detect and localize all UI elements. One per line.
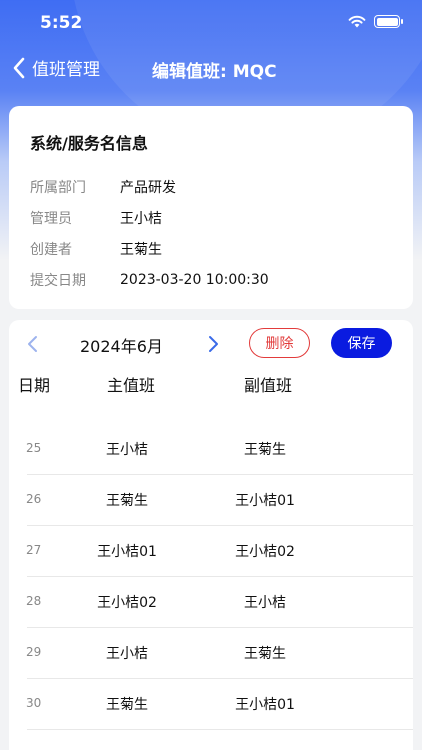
back-label: 值班管理 <box>32 60 100 80</box>
table-row[interactable]: 25 王小桔 王菊生 <box>9 424 413 475</box>
status-time: 5:52 <box>40 13 83 33</box>
column-header-vice: 副值班 <box>244 376 293 395</box>
main-duty-cell[interactable]: 王菊生 <box>72 490 182 510</box>
info-row-department: 所属部门 产品研发 <box>30 171 392 202</box>
table-row[interactable]: 26 王菊生 王小桔01 <box>9 475 413 526</box>
info-label: 创建者 <box>30 241 72 258</box>
info-value: 产品研发 <box>120 179 176 196</box>
info-card: 系统/服务名信息 所属部门 产品研发 管理员 王小桔 创建者 王菊生 提交日期 … <box>9 106 413 309</box>
info-value: 王菊生 <box>120 241 162 258</box>
info-label: 所属部门 <box>30 179 86 196</box>
info-row-admin: 管理员 王小桔 <box>30 202 392 233</box>
main-duty-cell[interactable]: 王菊生 <box>72 694 182 714</box>
table-row[interactable]: 30 王菊生 王小桔01 <box>9 679 413 730</box>
chevron-right-icon[interactable] <box>203 334 223 354</box>
table-header: 日期 主值班 副值班 <box>9 372 413 398</box>
day-cell: 26 <box>26 492 42 506</box>
vice-duty-cell[interactable]: 王小桔01 <box>210 490 320 510</box>
vice-duty-cell[interactable]: 王小桔 <box>210 592 320 612</box>
delete-button[interactable]: 删除 <box>249 328 310 358</box>
chevron-left-icon[interactable] <box>23 334 43 354</box>
save-button[interactable]: 保存 <box>331 328 392 358</box>
day-cell: 27 <box>26 543 42 557</box>
table-row[interactable]: 29 王小桔 王菊生 <box>9 628 413 679</box>
day-cell: 28 <box>26 594 42 608</box>
vice-duty-cell[interactable]: 王小桔01 <box>210 694 320 714</box>
table-row[interactable]: 28 王小桔02 王小桔 <box>9 577 413 628</box>
status-icons <box>348 15 403 28</box>
wifi-icon <box>348 15 366 28</box>
back-chevron-icon <box>13 57 25 78</box>
vice-duty-cell[interactable]: 王菊生 <box>210 643 320 663</box>
status-bar: 5:52 <box>0 0 422 46</box>
duty-rows: 25 王小桔 王菊生 26 王菊生 王小桔01 27 王小桔01 王小桔02 2… <box>9 424 413 730</box>
back-button[interactable]: 值班管理 <box>12 55 100 80</box>
info-value: 2023-03-20 10:00:30 <box>120 271 269 288</box>
main-duty-cell[interactable]: 王小桔01 <box>72 541 182 561</box>
main-duty-cell[interactable]: 王小桔 <box>72 439 182 459</box>
column-header-main: 主值班 <box>107 376 156 395</box>
main-duty-cell[interactable]: 王小桔02 <box>72 592 182 612</box>
table-row[interactable]: 27 王小桔01 王小桔02 <box>9 526 413 577</box>
calendar-toolbar: 2024年6月 删除 保存 <box>9 320 413 368</box>
page-title: 编辑值班: MQC <box>152 62 277 82</box>
month-label: 2024年6月 <box>80 337 163 356</box>
vice-duty-cell[interactable]: 王小桔02 <box>210 541 320 561</box>
info-value: 王小桔 <box>120 210 162 227</box>
navigation-bar: 值班管理 编辑值班: MQC <box>0 46 422 90</box>
duty-calendar-card: 2024年6月 删除 保存 日期 主值班 副值班 25 王小桔 王菊生 26 王… <box>9 320 413 750</box>
info-label: 提交日期 <box>30 272 86 289</box>
info-label: 管理员 <box>30 210 72 227</box>
day-cell: 30 <box>26 696 42 710</box>
column-header-date: 日期 <box>18 376 51 395</box>
info-card-title: 系统/服务名信息 <box>30 134 148 153</box>
day-cell: 25 <box>26 441 42 455</box>
main-duty-cell[interactable]: 王小桔 <box>72 643 182 663</box>
info-row-submit-date: 提交日期 2023-03-20 10:00:30 <box>30 264 392 295</box>
battery-icon <box>374 15 403 28</box>
day-cell: 29 <box>26 645 42 659</box>
info-row-creator: 创建者 王菊生 <box>30 233 392 264</box>
vice-duty-cell[interactable]: 王菊生 <box>210 439 320 459</box>
